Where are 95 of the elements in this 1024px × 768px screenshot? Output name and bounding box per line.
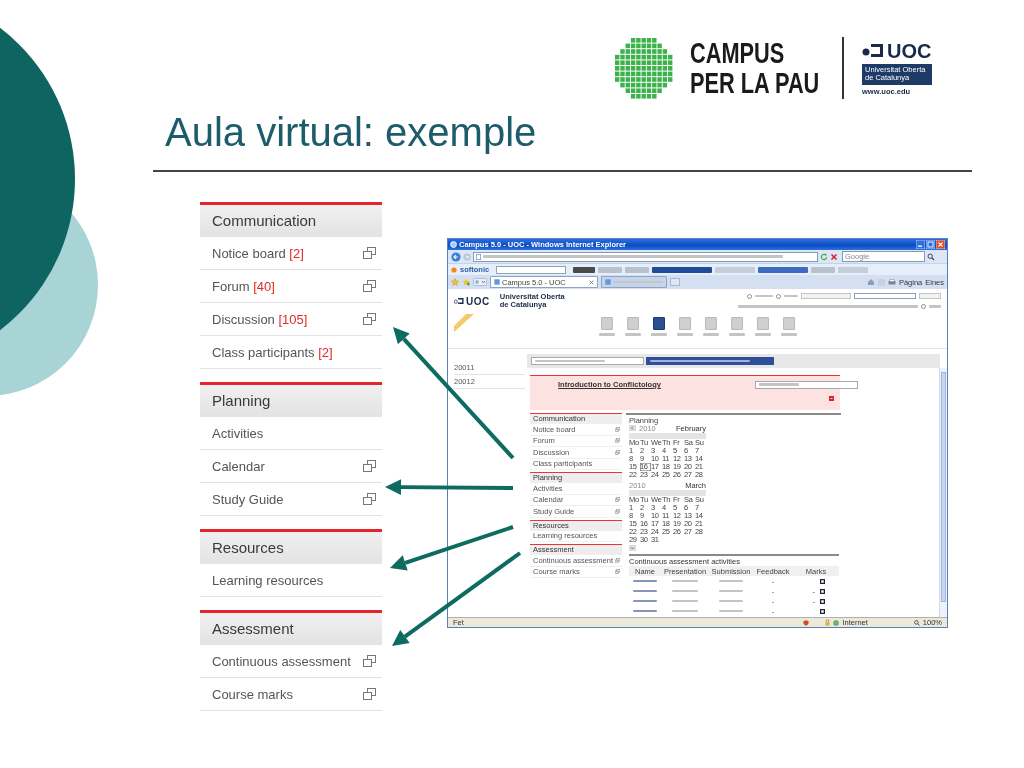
toolbar-button[interactable]	[573, 266, 596, 273]
corner-ribbon-drawing	[454, 314, 476, 332]
blurred-text-drawing	[676, 333, 693, 336]
tab-list-button[interactable]	[473, 278, 487, 286]
popup-window-icon	[363, 460, 376, 472]
blurred-text-drawing	[672, 599, 698, 603]
globe-icon	[833, 619, 840, 626]
uoc-symbol-icon	[454, 297, 464, 305]
magnifier-icon[interactable]	[913, 619, 920, 626]
back-button[interactable]	[451, 251, 461, 262]
blurred-text-drawing	[719, 599, 743, 603]
forward-button[interactable]	[463, 252, 471, 261]
section-heading: Assessment	[200, 613, 382, 645]
uoc-symbol-icon	[862, 43, 884, 58]
blurred-text-drawing	[535, 359, 605, 363]
circle-logo-icon	[451, 266, 457, 273]
square-icon	[494, 279, 500, 285]
section-heading: Planning	[200, 385, 382, 417]
close-icon[interactable]	[589, 279, 594, 285]
address-field[interactable]	[473, 251, 818, 262]
section-heading: Communication	[200, 205, 382, 237]
blurred-text-drawing	[633, 579, 657, 583]
ring-icon[interactable]	[747, 293, 752, 299]
blurred-text-drawing	[719, 609, 743, 613]
blurred-text-drawing	[728, 333, 745, 336]
dot-grid-logo-icon	[614, 37, 673, 99]
popup-window-icon	[363, 247, 376, 259]
toolbar-search-field[interactable]	[496, 265, 567, 274]
blurred-text-drawing	[672, 589, 698, 593]
square-icon	[605, 279, 611, 285]
blurred-text-drawing	[755, 294, 773, 298]
add-favorite-icon[interactable]	[462, 278, 470, 286]
popup-window-icon	[615, 508, 620, 514]
star-icon[interactable]	[451, 278, 459, 286]
close-button[interactable]	[936, 240, 945, 249]
blurred-text-drawing	[719, 589, 743, 593]
role-select[interactable]	[854, 293, 916, 299]
popup-window-icon	[363, 688, 376, 700]
blurred-text-drawing	[633, 599, 657, 603]
logout-button[interactable]	[919, 293, 941, 299]
ring-icon[interactable]	[921, 304, 926, 309]
blurred-text-drawing	[754, 333, 771, 336]
popup-window-icon	[615, 497, 620, 503]
blurred-text-drawing	[702, 333, 719, 336]
minus-square-icon[interactable]	[829, 396, 834, 401]
logo-wordmark: CAMPUS PER LA PAU	[689, 38, 819, 98]
profile-button[interactable]	[801, 293, 851, 299]
blurred-text-drawing	[759, 383, 799, 386]
blurred-text-drawing	[929, 305, 941, 308]
subject-select[interactable]	[755, 380, 858, 389]
blurred-text-drawing	[650, 333, 667, 336]
blurred-text-drawing	[672, 579, 698, 583]
popup-window-icon	[615, 449, 620, 455]
ring-icon[interactable]	[776, 293, 781, 299]
new-tab-button[interactable]	[670, 278, 680, 286]
minimize-button[interactable]	[916, 240, 925, 249]
popup-window-icon	[363, 493, 376, 505]
popup-window-icon	[615, 438, 620, 444]
previous-button[interactable]	[629, 425, 636, 431]
blurred-text-drawing	[633, 609, 657, 613]
popup-window-icon	[363, 280, 376, 292]
blurred-text-drawing	[598, 333, 615, 336]
blurred-text-drawing	[780, 333, 797, 336]
slide-title: Aula virtual: exemple	[165, 109, 537, 156]
next-button[interactable]	[629, 545, 636, 551]
site-logo-text: UOC	[466, 295, 490, 307]
logo-text: UOC	[887, 40, 932, 61]
blurred-text-drawing	[719, 579, 743, 583]
popup-window-icon	[363, 655, 376, 667]
popup-window-icon	[615, 557, 620, 563]
blurred-text-drawing	[672, 609, 698, 613]
section-heading: Resources	[200, 532, 382, 564]
nav-button[interactable]	[652, 317, 665, 330]
refresh-button[interactable]	[820, 252, 828, 261]
circle-icon	[450, 241, 457, 248]
stop-button[interactable]	[830, 252, 838, 261]
page-icon	[476, 253, 481, 260]
course-select[interactable]	[531, 357, 644, 365]
maximize-button[interactable]	[926, 240, 935, 249]
blurred-text-drawing	[633, 589, 657, 593]
scrollbar[interactable]	[939, 368, 947, 617]
toolbar-button[interactable]	[652, 266, 713, 273]
popup-window-icon	[615, 426, 620, 432]
toolbar-button[interactable]	[758, 266, 809, 273]
shield-icon	[803, 619, 810, 626]
blurred-text-drawing	[613, 280, 663, 284]
popup-window-icon	[615, 569, 620, 575]
classroom-select[interactable]	[646, 357, 774, 365]
search-icon[interactable]	[927, 252, 935, 261]
lock-icon	[825, 619, 831, 626]
popup-window-icon	[363, 313, 376, 325]
blurred-text-drawing	[784, 294, 798, 298]
print-icon[interactable]	[887, 278, 896, 286]
home-icon[interactable]	[866, 278, 875, 286]
blurred-text-drawing	[624, 333, 641, 336]
